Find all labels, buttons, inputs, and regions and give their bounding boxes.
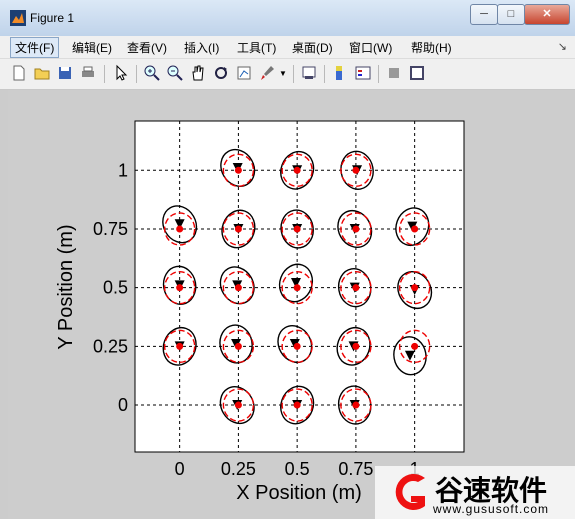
true-position-marker xyxy=(234,166,242,174)
true-position-marker xyxy=(352,342,360,350)
y-tick-label: 0.5 xyxy=(103,278,128,298)
true-position-marker xyxy=(411,225,419,233)
true-position-marker xyxy=(293,225,301,233)
x-tick-label: 0.25 xyxy=(221,459,256,479)
true-position-marker xyxy=(234,284,242,292)
true-position-marker xyxy=(293,342,301,350)
true-position-marker xyxy=(176,284,184,292)
x-axis-label: X Position (m) xyxy=(236,482,362,504)
watermark-logo-icon xyxy=(395,474,425,510)
true-position-marker xyxy=(293,284,301,292)
watermark: 谷速软件 www.gususoft.com xyxy=(375,466,575,519)
y-tick-label: 1 xyxy=(118,160,128,180)
true-position-marker xyxy=(234,342,242,350)
x-tick-label: 0.5 xyxy=(285,459,310,479)
y-tick-label: 0 xyxy=(118,395,128,415)
true-position-marker xyxy=(293,166,301,174)
true-position-marker xyxy=(234,225,242,233)
true-position-marker xyxy=(293,401,301,409)
y-axis-label: Y Position (m) xyxy=(55,224,77,349)
y-tick-label: 0.25 xyxy=(93,336,128,356)
true-position-marker xyxy=(352,225,360,233)
true-position-marker xyxy=(234,401,242,409)
true-position-marker xyxy=(176,225,184,233)
true-position-marker xyxy=(352,401,360,409)
watermark-url: www.gususoft.com xyxy=(433,502,550,516)
y-tick-label: 0.75 xyxy=(93,219,128,239)
scatter-plot[interactable]: 00.250.50.75100.250.50.751 X Position (m… xyxy=(0,0,575,519)
true-position-marker xyxy=(411,342,419,350)
true-position-marker xyxy=(352,284,360,292)
true-position-marker xyxy=(411,284,419,292)
x-tick-label: 0 xyxy=(175,459,185,479)
x-tick-label: 0.75 xyxy=(338,459,373,479)
true-position-marker xyxy=(352,166,360,174)
true-position-marker xyxy=(176,342,184,350)
